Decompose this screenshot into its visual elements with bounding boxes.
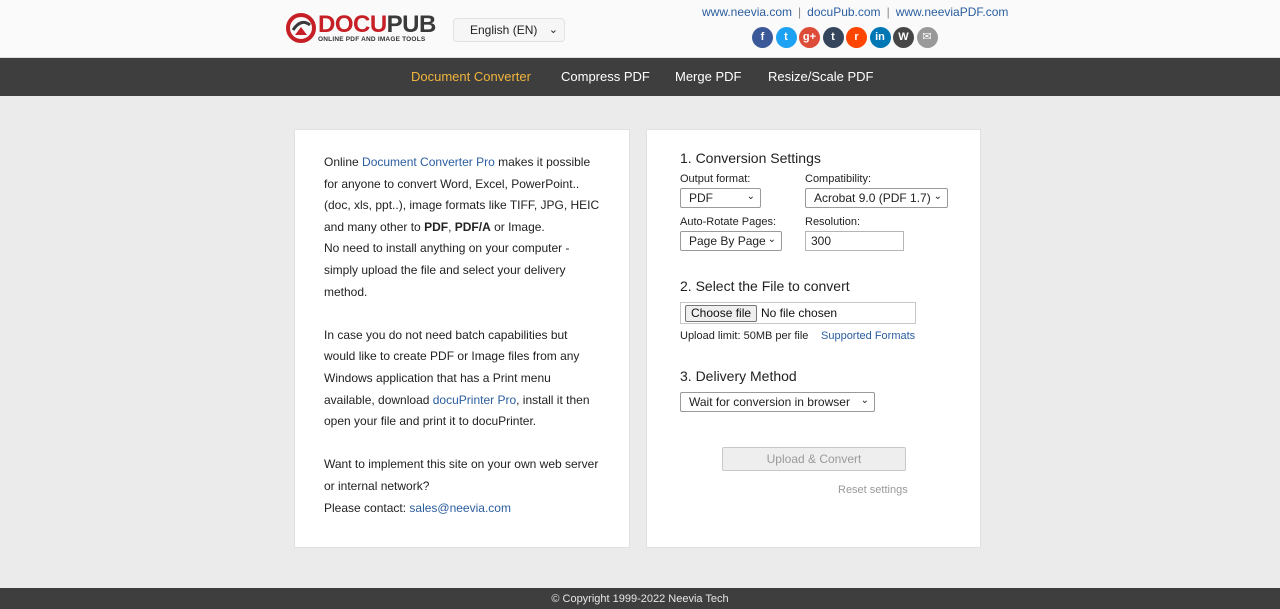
chevron-down-icon: ⌄ bbox=[767, 234, 776, 245]
delivery-method-value: Wait for conversion in browser bbox=[689, 395, 850, 409]
chevron-down-icon: ⌄ bbox=[548, 24, 558, 36]
intro-line: Online Document Converter Pro makes it p… bbox=[324, 152, 614, 174]
intro-line: open your file and print it to docuPrint… bbox=[324, 414, 537, 429]
intro-line: (doc, xls, ppt..), image formats like TI… bbox=[324, 198, 600, 213]
logo-mark-icon bbox=[286, 13, 316, 43]
conversion-settings-title: 1. Conversion Settings bbox=[680, 150, 821, 166]
intro-line: available, download docuPrinter Pro, ins… bbox=[324, 390, 614, 412]
site-footer: © Copyright 1999-2022 Neevia Tech bbox=[0, 588, 1280, 609]
logo-title-docu: DOCU bbox=[318, 11, 387, 38]
intro-text-fragment: or Image. bbox=[490, 219, 545, 234]
chevron-down-icon: ⌄ bbox=[933, 191, 942, 202]
auto-rotate-value: Page By Page bbox=[689, 234, 766, 248]
language-select[interactable]: English (EN) ⌄ bbox=[453, 18, 565, 42]
file-input[interactable]: Choose file No file chosen bbox=[680, 302, 916, 324]
tumblr-icon[interactable]: t bbox=[822, 27, 844, 48]
intro-text-fragment: and many other to bbox=[324, 219, 425, 234]
intro-line: for anyone to convert Word, Excel, Power… bbox=[324, 176, 580, 191]
link-separator: | bbox=[798, 5, 802, 19]
auto-rotate-label: Auto-Rotate Pages: bbox=[680, 216, 777, 228]
link-separator: | bbox=[886, 5, 890, 19]
language-select-value: English (EN) bbox=[470, 23, 538, 37]
intro-card: Online Document Converter Pro makes it p… bbox=[294, 129, 630, 548]
intro-line: simply upload the file and select your d… bbox=[324, 262, 566, 277]
output-format-label: Output format: bbox=[680, 173, 751, 185]
email-icon[interactable]: ✉ bbox=[916, 27, 938, 48]
linkedin-icon[interactable]: in bbox=[869, 27, 891, 48]
logo-title: DOCUPUB bbox=[318, 12, 436, 38]
intro-text-fragment: makes it possible bbox=[494, 155, 591, 169]
supported-formats-link[interactable]: Supported Formats bbox=[821, 330, 915, 342]
intro-text: Online Document Converter Pro makes it p… bbox=[324, 152, 614, 519]
pdf-bold: PDF bbox=[424, 219, 449, 234]
logo-title-pub: PUB bbox=[386, 11, 437, 38]
pdfa-bold: PDF/A bbox=[454, 219, 491, 234]
resolution-input[interactable]: 300 bbox=[805, 231, 904, 251]
intro-line: Please contact: sales@neevia.com bbox=[324, 498, 614, 520]
chevron-down-icon: ⌄ bbox=[746, 191, 755, 202]
top-links: www.neevia.com | docuPub.com | www.neeviaPDF… bbox=[702, 5, 1008, 19]
conversion-card: 1. Conversion Settings Output format: PD… bbox=[646, 129, 981, 548]
facebook-icon[interactable]: f bbox=[752, 27, 773, 48]
intro-text-fragment: Please contact: bbox=[324, 500, 410, 515]
nav-compress-pdf[interactable]: Compress PDF bbox=[561, 69, 650, 84]
choose-file-button[interactable]: Choose file bbox=[685, 305, 758, 322]
compatibility-label: Compatibility: bbox=[805, 173, 872, 185]
intro-text-fragment: , bbox=[448, 219, 455, 234]
document-converter-pro-link[interactable]: Document Converter Pro bbox=[362, 155, 495, 169]
intro-line: Windows application that has a Print men… bbox=[324, 370, 551, 385]
logo-subtitle: ONLINE PDF AND IMAGE TOOLS bbox=[318, 36, 426, 43]
docuprinter-pro-link[interactable]: docuPrinter Pro bbox=[433, 393, 516, 407]
nav-document-converter[interactable]: Document Converter bbox=[411, 69, 531, 84]
intro-line: In case you do not need batch capabiliti… bbox=[324, 327, 568, 342]
reset-settings-link[interactable]: Reset settings bbox=[838, 484, 908, 496]
compatibility-value: Acrobat 9.0 (PDF 1.7) bbox=[814, 191, 931, 205]
intro-text-fragment: Online bbox=[324, 155, 363, 169]
intro-line: No need to install anything on your comp… bbox=[324, 241, 570, 256]
output-format-value: PDF bbox=[689, 191, 713, 205]
delivery-method-select[interactable]: Wait for conversion in browser ⌄ bbox=[680, 392, 875, 412]
resolution-label: Resolution: bbox=[805, 216, 861, 228]
select-file-title: 2. Select the File to convert bbox=[680, 278, 850, 294]
upload-limit-text: Upload limit: 50MB per file bbox=[680, 330, 809, 342]
reddit-icon[interactable]: r bbox=[846, 27, 867, 48]
copyright-text: © Copyright 1999-2022 Neevia Tech bbox=[551, 593, 729, 605]
wordpress-icon[interactable]: W bbox=[893, 27, 914, 48]
link-docupub[interactable]: docuPub.com bbox=[807, 5, 880, 19]
link-neevia[interactable]: www.neevia.com bbox=[702, 5, 792, 19]
nav-merge-pdf[interactable]: Merge PDF bbox=[675, 69, 741, 84]
upload-convert-button[interactable]: Upload & Convert bbox=[722, 447, 906, 471]
google-plus-icon[interactable]: g+ bbox=[799, 27, 820, 48]
output-format-select[interactable]: PDF ⌄ bbox=[680, 188, 761, 208]
link-neeviapdf[interactable]: www.neeviaPDF.com bbox=[896, 5, 1009, 19]
chevron-down-icon: ⌄ bbox=[860, 395, 869, 406]
file-status: No file chosen bbox=[761, 306, 838, 320]
compatibility-select[interactable]: Acrobat 9.0 (PDF 1.7) ⌄ bbox=[805, 188, 948, 208]
intro-line: or internal network? bbox=[324, 478, 430, 493]
intro-line: would like to create PDF or Image files … bbox=[324, 349, 580, 364]
docupub-logo[interactable]: DOCUPUB ONLINE PDF AND IMAGE TOOLS bbox=[286, 12, 436, 46]
nav-resize-scale-pdf[interactable]: Resize/Scale PDF bbox=[768, 69, 873, 84]
intro-line: method. bbox=[324, 284, 368, 299]
sales-email-link[interactable]: sales@neevia.com bbox=[409, 501, 511, 515]
intro-line: Want to implement this site on your own … bbox=[324, 457, 599, 472]
main-nav: Document Converter Compress PDF Merge PD… bbox=[0, 58, 1280, 96]
auto-rotate-select[interactable]: Page By Page ⌄ bbox=[680, 231, 782, 251]
intro-line: and many other to PDF, PDF/A or Image. bbox=[324, 217, 614, 239]
twitter-icon[interactable]: t bbox=[775, 27, 797, 48]
intro-text-fragment: , install it then bbox=[516, 392, 590, 407]
intro-text-fragment: available, download bbox=[324, 392, 433, 407]
site-header: DOCUPUB ONLINE PDF AND IMAGE TOOLS Engli… bbox=[0, 0, 1280, 58]
delivery-method-title: 3. Delivery Method bbox=[680, 368, 797, 384]
